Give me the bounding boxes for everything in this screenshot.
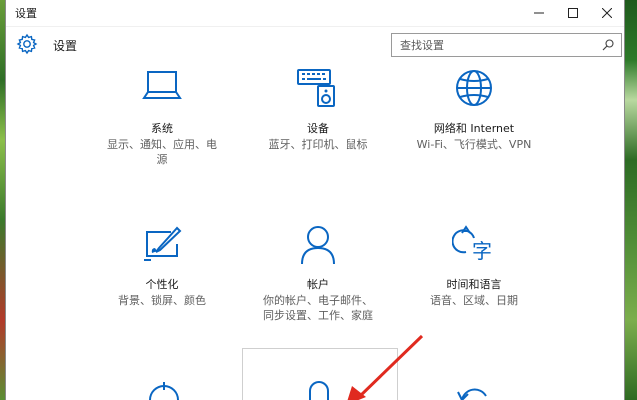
desktop-edge-right (625, 0, 637, 400)
annotation-arrow (347, 334, 424, 400)
settings-window: 设置 设置 查找设置 系统 显示、通知、应用、电 源 设备 蓝牙、打印机、鼠标 … (5, 0, 625, 400)
